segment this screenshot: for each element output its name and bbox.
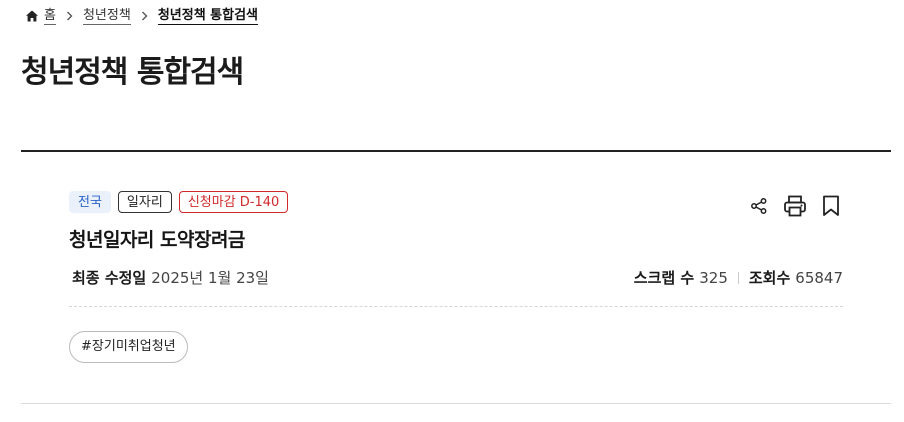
print-icon[interactable] bbox=[783, 194, 807, 218]
policy-card: 전국 일자리 신청마감 D-140 청년일자리 도약장려금 최종 수정일 202… bbox=[69, 191, 843, 363]
view-count-label: 조회수 bbox=[748, 269, 791, 287]
page-title: 청년정책 통합검색 bbox=[21, 55, 244, 90]
section-divider bbox=[21, 150, 891, 152]
chevron-right-icon bbox=[66, 11, 73, 21]
deadline-badge: 신청마감 D-140 bbox=[178, 191, 289, 213]
scrap-count-value: 325 bbox=[699, 268, 728, 287]
policy-title[interactable]: 청년일자리 도약장려금 bbox=[69, 225, 843, 252]
breadcrumb-youth-policy-link[interactable]: 청년정책 bbox=[82, 7, 131, 25]
share-icon[interactable] bbox=[747, 194, 771, 218]
breadcrumb-home-link[interactable]: 홈 bbox=[44, 7, 56, 25]
updated-date-value: 2025년 1월 23일 bbox=[151, 269, 269, 287]
policy-meta: 최종 수정일 2025년 1월 23일 스크랩 수 325 조회수 65847 bbox=[69, 267, 843, 288]
view-count-value: 65847 bbox=[795, 268, 843, 287]
updated-date: 최종 수정일 2025년 1월 23일 bbox=[72, 267, 269, 288]
scrap-count-label: 스크랩 수 bbox=[633, 269, 695, 287]
home-icon bbox=[25, 9, 39, 23]
updated-date-label: 최종 수정일 bbox=[72, 269, 147, 287]
category-tag: 일자리 bbox=[117, 191, 172, 213]
chevron-right-icon bbox=[141, 11, 148, 21]
breadcrumb-current-link[interactable]: 청년정책 통합검색 bbox=[157, 7, 259, 25]
bookmark-icon[interactable] bbox=[819, 194, 843, 218]
policy-stats: 스크랩 수 325 조회수 65847 bbox=[634, 267, 843, 288]
breadcrumb: 홈 청년정책 청년정책 통합검색 bbox=[25, 7, 259, 25]
policy-tags: 전국 일자리 신청마감 D-140 bbox=[69, 191, 843, 213]
card-divider bbox=[69, 306, 843, 307]
list-bottom-divider bbox=[21, 403, 891, 404]
region-tag: 전국 bbox=[69, 191, 111, 213]
policy-actions bbox=[747, 194, 843, 218]
stats-divider bbox=[737, 271, 739, 284]
hashtag-chip[interactable]: #장기미취업청년 bbox=[69, 331, 188, 363]
